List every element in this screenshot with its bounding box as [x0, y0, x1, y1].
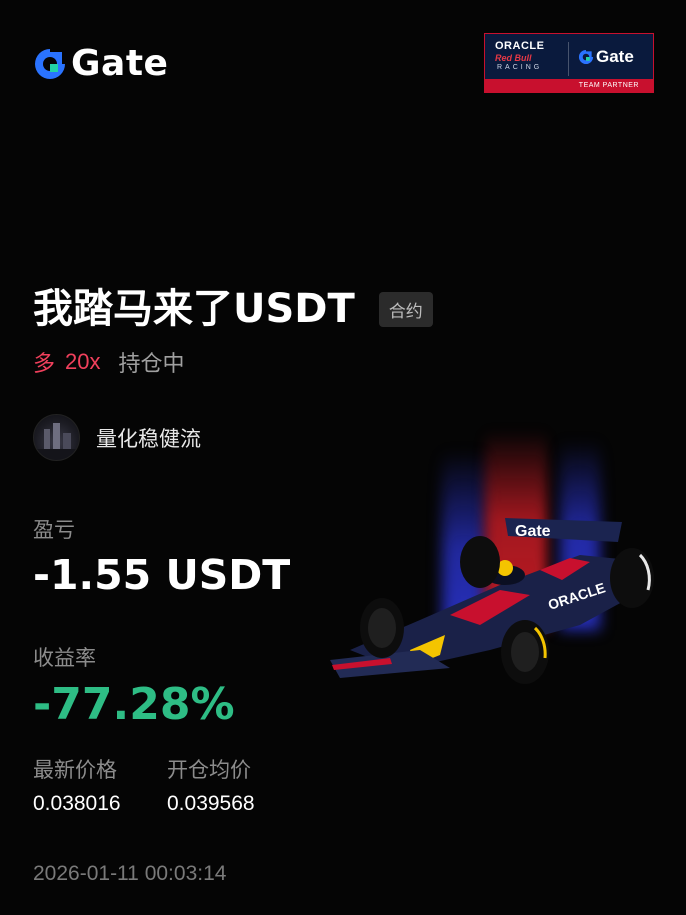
partner-gate-text: Gate: [596, 47, 634, 66]
timestamp: 2026-01-11 00:03:14: [33, 862, 227, 885]
pair-title: 我踏马来了USDT: [33, 286, 355, 332]
gate-logo-icon: [35, 49, 65, 79]
redbull-label: Red Bull: [495, 53, 532, 63]
contract-tag: 合约: [378, 291, 433, 327]
entry-price-value: 0.039568: [167, 792, 255, 815]
roi-value: -77.28%: [33, 679, 235, 730]
entry-price-label: 开仓均价: [167, 759, 251, 782]
leverage-value: 20x: [65, 349, 101, 374]
pnl-value: -1.55 USDT: [33, 551, 291, 599]
team-partner-label: TEAM PARTNER: [485, 79, 653, 92]
car-livery-text: Gate: [515, 523, 551, 540]
last-price-label: 最新价格: [33, 759, 117, 782]
user-row: 量化稳健流: [33, 414, 201, 461]
position-info-row: 多 20x 持仓中: [33, 346, 185, 378]
price-labels-row: 最新价格 开仓均价: [33, 754, 251, 784]
avatar: [33, 414, 80, 461]
price-values-row: 0.038016 0.039568: [33, 792, 255, 816]
partner-badge: ORACLE Red Bull RACING Gate TEAM PARTNER: [484, 33, 654, 93]
racing-label: RACING: [497, 64, 543, 71]
position-status: 持仓中: [118, 351, 185, 376]
gate-small-icon: [578, 49, 594, 65]
roi-label: 收益率: [33, 647, 96, 670]
f1-car-illustration: Gate ORACLE: [330, 518, 654, 684]
gate-logo-text: Gate: [71, 43, 169, 84]
position-side: 多: [33, 351, 56, 376]
username: 量化稳健流: [96, 427, 201, 451]
last-price-value: 0.038016: [33, 792, 121, 815]
partner-gate-logo: Gate: [578, 47, 634, 67]
pnl-label: 盈亏: [33, 519, 75, 542]
badge-divider: [568, 42, 569, 76]
oracle-label: ORACLE: [495, 40, 545, 52]
gate-logo: Gate: [33, 46, 168, 82]
pair-title-row: 我踏马来了USDT 合约: [33, 284, 433, 334]
